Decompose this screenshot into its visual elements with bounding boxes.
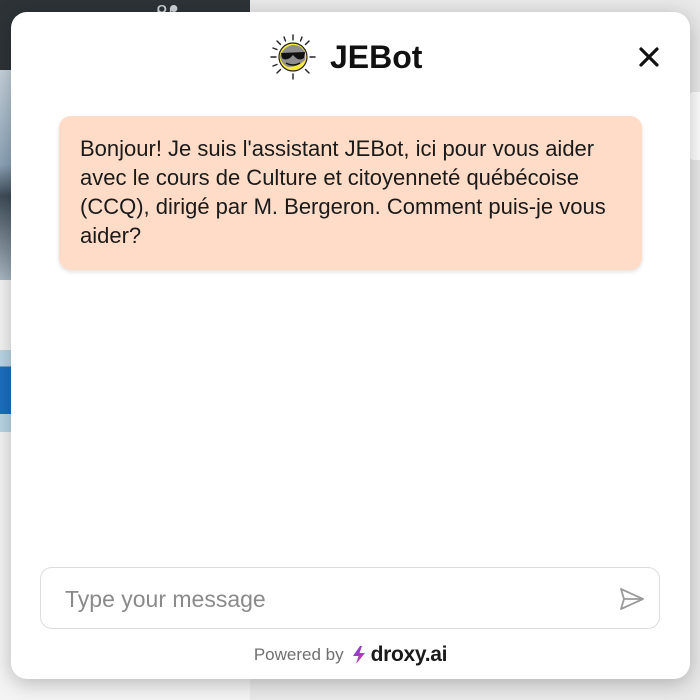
chat-header-title-group: JEBot <box>270 34 422 80</box>
message-composer <box>40 567 660 630</box>
lightning-bolt-icon <box>352 646 365 664</box>
powered-by-label: Powered by <box>253 645 344 664</box>
chat-widget: JEBot Bonjour! Je suis l'assistant JEBot… <box>11 12 690 679</box>
message-list: Bonjour! Je suis l'assistant JEBot, ici … <box>11 106 690 556</box>
brand-name: droxy.ai <box>370 643 448 666</box>
chat-title: JEBot <box>330 38 423 75</box>
close-icon[interactable] <box>638 46 660 68</box>
powered-by-footer: Powered by droxy.ai <box>11 640 690 670</box>
close-button[interactable] <box>634 42 664 72</box>
sun-with-sunglasses-icon <box>270 34 316 80</box>
bot-message-bubble: Bonjour! Je suis l'assistant JEBot, ici … <box>59 116 642 270</box>
send-icon[interactable] <box>618 585 646 613</box>
message-input[interactable] <box>63 568 607 630</box>
chat-header: JEBot <box>11 12 690 106</box>
droxy-brand-link[interactable]: droxy.ai <box>350 643 448 667</box>
